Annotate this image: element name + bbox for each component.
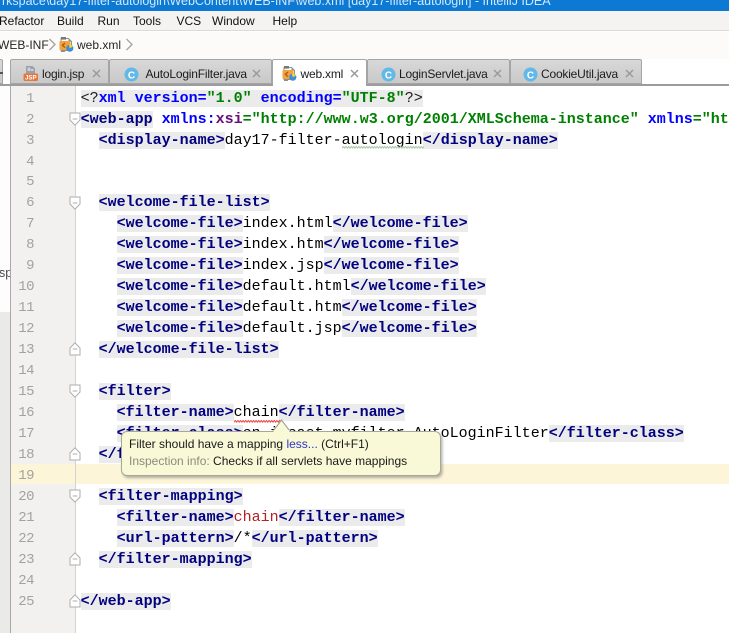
svg-text:C: C [385, 70, 392, 81]
svg-text:JSP: JSP [25, 74, 37, 81]
svg-text:C: C [128, 70, 135, 81]
svg-text:C: C [527, 70, 534, 81]
